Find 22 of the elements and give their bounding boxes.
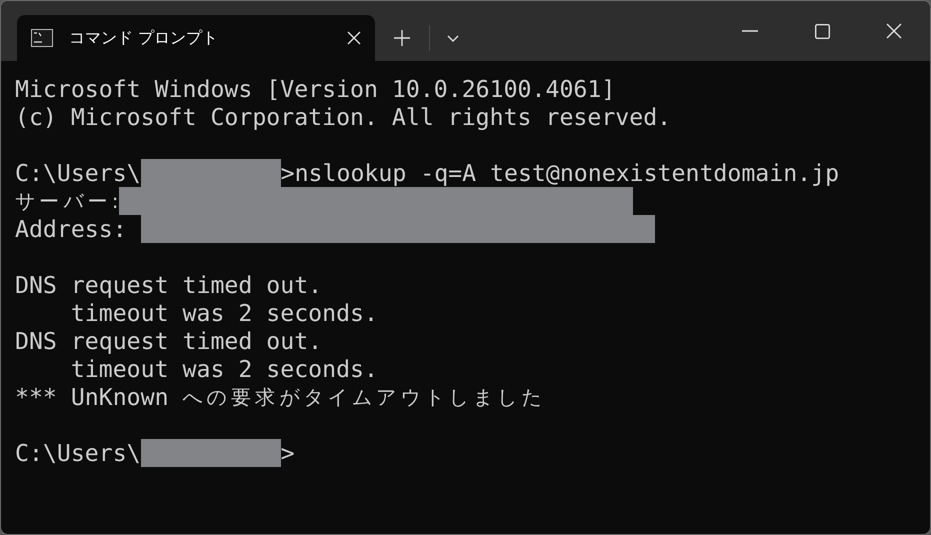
tab[interactable]: コマンド プロンプト	[17, 15, 375, 61]
terminal-line: DNS request timed out.	[15, 327, 322, 355]
terminal-line: DNS request timed out.	[15, 271, 322, 299]
plus-icon	[394, 30, 410, 46]
terminal-line: >nslookup -q=A test@nonexistentdomain.jp	[280, 159, 840, 187]
terminal-line: C:\Users\	[15, 159, 141, 187]
terminal-line: timeout was 2 seconds.	[70, 355, 378, 383]
terminal-line: C:\Users\	[15, 439, 141, 467]
terminal-line: (c) Microsoft Corporation. All rights reserved.	[15, 103, 672, 131]
terminal-line: サーバー:	[15, 188, 119, 214]
close-icon	[886, 23, 902, 39]
terminal-line: timeout was 2 seconds.	[70, 299, 378, 327]
maximize-icon	[814, 24, 830, 38]
close-icon[interactable]	[347, 31, 361, 45]
terminal-line: *** UnKnown への要求がタイムアウトしました	[15, 383, 542, 411]
tab-title: コマンド プロンプト	[69, 28, 220, 48]
terminal-line: Address:	[15, 215, 128, 243]
terminal-line: Microsoft Windows [Version 10.0.26100.4061]	[15, 75, 616, 103]
minimize-icon	[742, 30, 758, 32]
terminal-line: >	[280, 439, 295, 467]
terminal-icon	[31, 29, 53, 47]
chevron-down-icon	[447, 34, 459, 42]
